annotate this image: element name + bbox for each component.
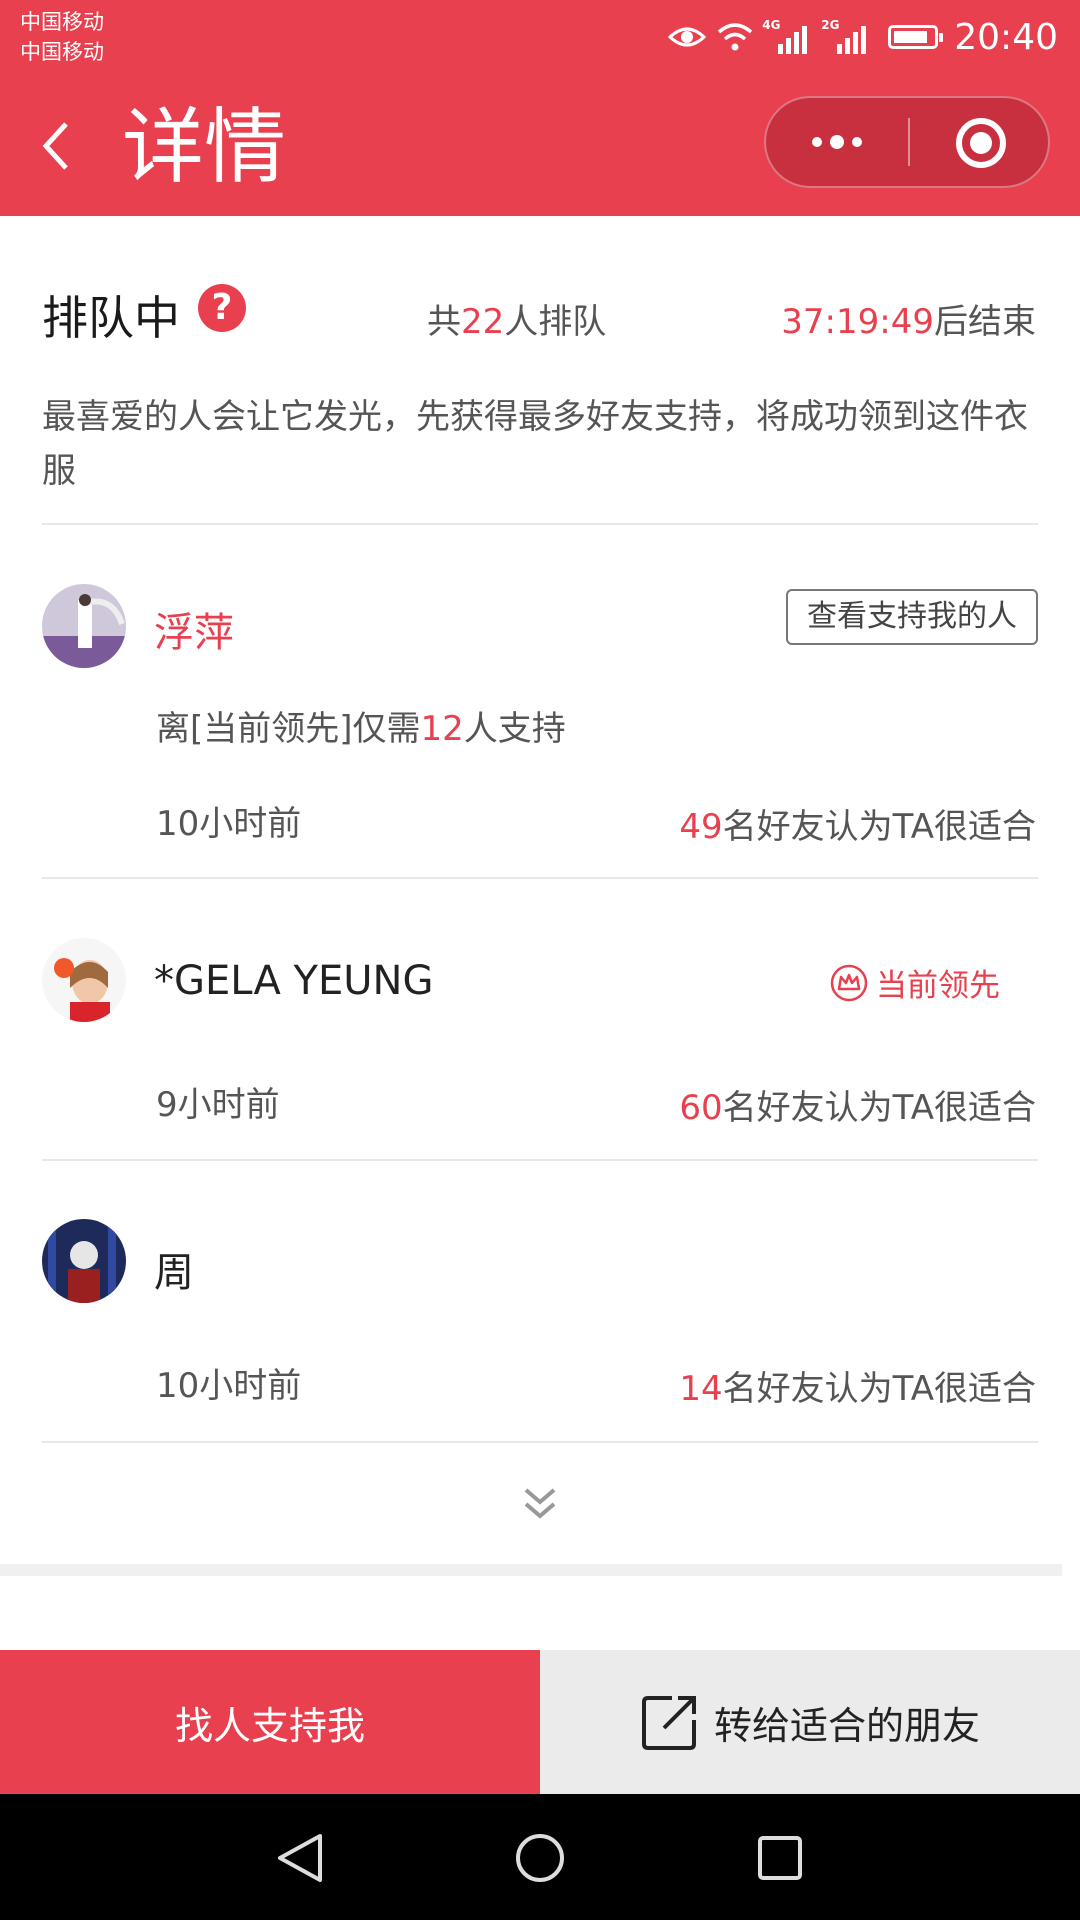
nav-back-icon[interactable] bbox=[274, 1832, 326, 1884]
more-dots-icon[interactable] bbox=[766, 98, 908, 186]
carrier-label-1: 中国移动 bbox=[20, 10, 104, 34]
forward-to-friend-button[interactable]: 转给适合的朋友 bbox=[540, 1650, 1080, 1794]
divider bbox=[42, 523, 1038, 525]
divider bbox=[42, 1441, 1038, 1443]
avatar[interactable] bbox=[42, 1219, 126, 1303]
capsule-divider bbox=[908, 118, 910, 166]
status-bar: 中国移动 中国移动 4G 2G 20:40 bbox=[0, 0, 1080, 78]
share-icon bbox=[641, 1696, 696, 1750]
page-title: 详情 bbox=[122, 100, 287, 195]
vote-count: 14名好友认为TA很适合 bbox=[679, 1369, 1036, 1409]
system-nav-bar bbox=[0, 1794, 1080, 1920]
user-name[interactable]: *GELA YEUNG bbox=[154, 958, 433, 1004]
crown-icon bbox=[830, 964, 868, 1001]
signal-4g-icon: 4G bbox=[762, 18, 808, 54]
menu-capsule bbox=[764, 96, 1050, 188]
double-chevron-down-icon[interactable] bbox=[518, 1484, 562, 1524]
eye-icon bbox=[668, 27, 707, 47]
user-name[interactable]: 浮萍 bbox=[154, 600, 234, 658]
avatar[interactable] bbox=[42, 938, 126, 1022]
wifi-icon bbox=[718, 23, 753, 51]
vote-count: 49名好友认为TA很适合 bbox=[679, 807, 1036, 847]
vote-count: 60名好友认为TA很适合 bbox=[679, 1088, 1036, 1128]
queue-count: 共22人排队 bbox=[427, 302, 607, 342]
countdown: 37:19:49后结束 bbox=[781, 302, 1036, 342]
time-ago: 9小时前 bbox=[156, 1085, 280, 1125]
status-icons: 4G 2G 20:40 bbox=[668, 12, 1058, 62]
nav-header: 详情 bbox=[0, 78, 1080, 216]
divider bbox=[42, 1159, 1038, 1161]
gap-text: 离[当前领先]仅需12人支持 bbox=[156, 709, 566, 749]
nav-home-icon[interactable] bbox=[514, 1832, 566, 1884]
carrier-label-2: 中国移动 bbox=[20, 40, 104, 64]
description-text: 最喜爱的人会让它发光，先获得最多好友支持，将成功领到这件衣服 bbox=[42, 397, 1028, 491]
clock: 20:40 bbox=[954, 16, 1058, 58]
time-ago: 10小时前 bbox=[156, 1366, 302, 1406]
queue-status: 排队中 bbox=[42, 291, 180, 345]
help-icon[interactable]: ? bbox=[198, 284, 246, 332]
chevron-left-icon[interactable] bbox=[36, 116, 86, 176]
signal-2g-icon: 2G bbox=[821, 18, 867, 54]
user-name[interactable]: 周 bbox=[154, 1240, 194, 1298]
view-supporters-button[interactable]: 查看支持我的人 bbox=[786, 589, 1038, 645]
avatar[interactable] bbox=[42, 584, 126, 668]
time-ago: 10小时前 bbox=[156, 804, 302, 844]
section-separator bbox=[0, 1564, 1062, 1576]
target-close-icon[interactable] bbox=[956, 118, 1006, 168]
divider bbox=[42, 877, 1038, 879]
leader-badge: 当前领先 bbox=[830, 960, 1000, 1005]
find-support-button[interactable]: 找人支持我 bbox=[0, 1650, 540, 1794]
battery-icon bbox=[888, 25, 944, 49]
nav-recent-apps-icon[interactable] bbox=[754, 1832, 806, 1884]
